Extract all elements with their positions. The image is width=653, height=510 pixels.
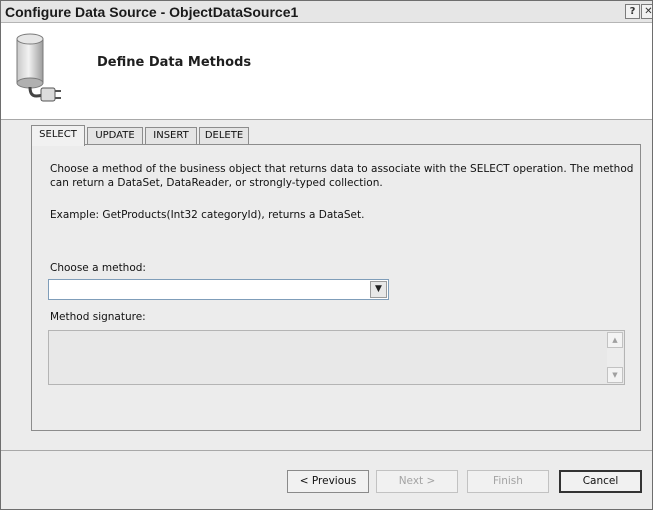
help-icon[interactable]: ? [625,4,640,19]
scroll-up-icon[interactable]: ▲ [607,332,623,348]
previous-button[interactable]: < Previous [287,470,369,493]
finish-button[interactable]: Finish [467,470,549,493]
select-tab-panel: Choose a method of the business object t… [31,144,641,431]
scroll-down-icon[interactable]: ▼ [607,367,623,383]
title-bar: Configure Data Source - ObjectDataSource… [1,1,652,23]
chevron-down-icon[interactable]: ▼ [370,281,387,298]
close-icon[interactable]: ✕ [641,4,652,19]
database-plug-icon [16,33,61,102]
tab-delete[interactable]: DELETE [199,127,249,145]
tab-update[interactable]: UPDATE [87,127,143,145]
configure-data-source-dialog: Configure Data Source - ObjectDataSource… [0,0,653,510]
method-dropdown[interactable]: ▼ [48,279,389,300]
cancel-button[interactable]: Cancel [559,470,642,493]
tab-insert[interactable]: INSERT [145,127,197,145]
page-title: Define Data Methods [97,55,252,70]
operation-description: Choose a method of the business object t… [50,163,634,189]
next-button[interactable]: Next > [376,470,458,493]
method-signature-label: Method signature: [50,311,146,323]
example-text: Example: GetProducts(Int32 categoryId), … [50,209,365,221]
tab-select[interactable]: SELECT [31,125,85,146]
window-title: Configure Data Source - ObjectDataSource… [5,4,299,20]
vertical-scrollbar[interactable]: ▲ ▼ [607,332,623,383]
method-signature-box: ▲ ▼ [48,330,625,385]
choose-method-label: Choose a method: [50,262,146,274]
wizard-header: Define Data Methods [1,23,652,120]
footer-divider [1,450,652,451]
